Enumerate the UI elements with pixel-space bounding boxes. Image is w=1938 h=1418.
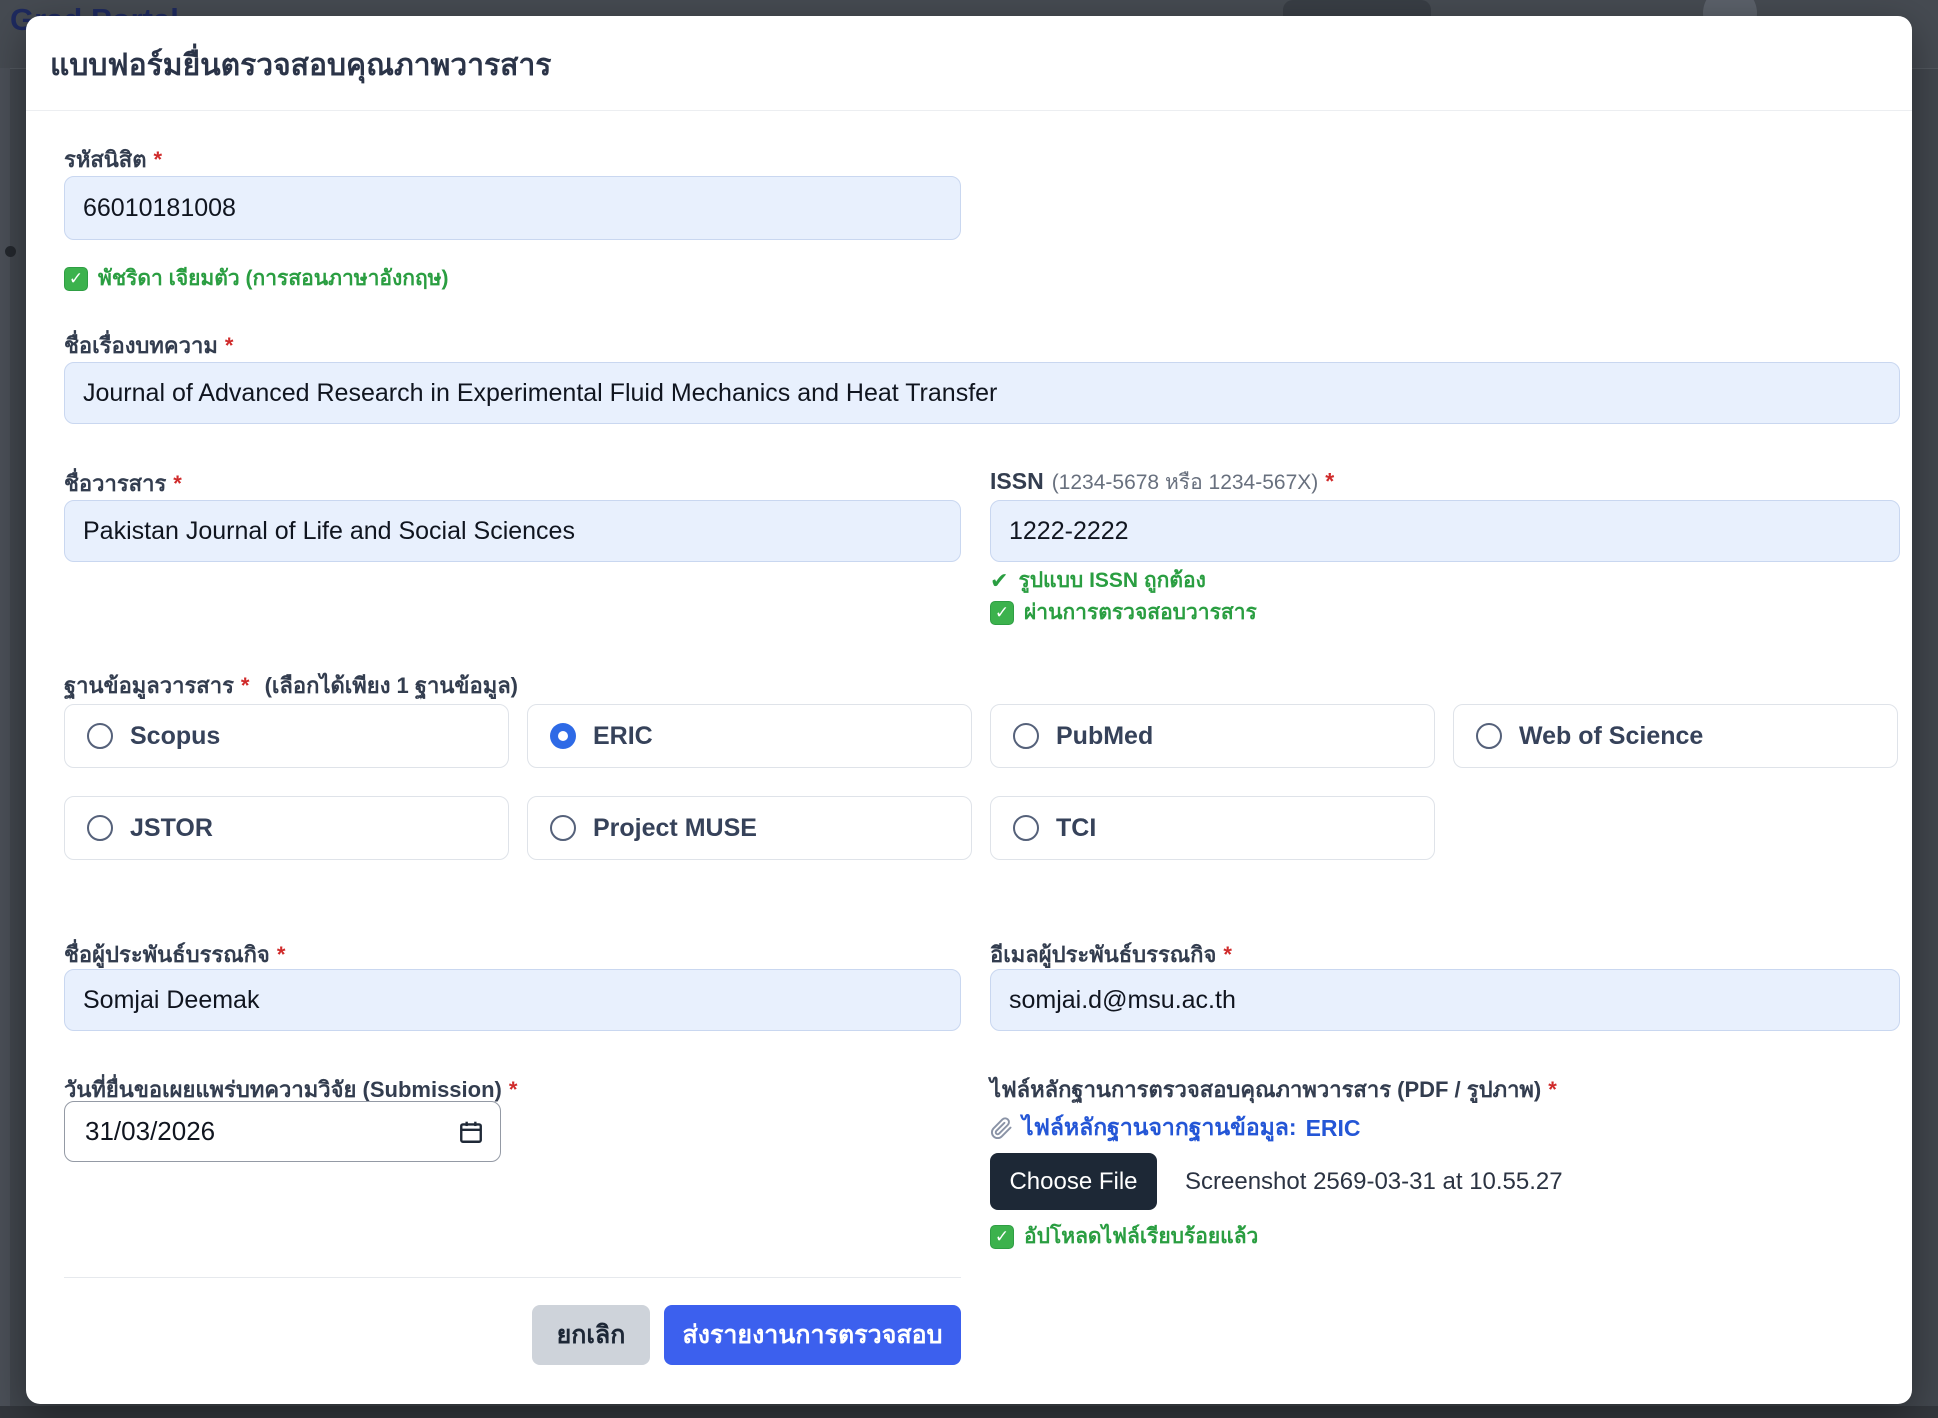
- required-asterisk: *: [1223, 942, 1232, 967]
- title-divider: [26, 110, 1912, 111]
- footer-divider: [64, 1277, 961, 1278]
- radio-icon: [1013, 723, 1039, 749]
- evidence-file-label: ไฟล์หลักฐานการตรวจสอบคุณภาพวารสาร (PDF /…: [990, 1072, 1557, 1107]
- database-note: (เลือกได้เพียง 1 ฐานข้อมูล): [265, 673, 518, 698]
- required-asterisk: *: [1325, 468, 1334, 494]
- required-asterisk: *: [154, 147, 163, 172]
- article-title-input[interactable]: [64, 362, 1900, 424]
- student-id-input[interactable]: [64, 176, 961, 240]
- journal-name-input[interactable]: [64, 500, 961, 562]
- radio-icon: [87, 723, 113, 749]
- student-verified-status: ✓ พัชริดา เจียมตัว (การสอนภาษาอังกฤษ): [64, 262, 449, 295]
- database-option-web-of-science[interactable]: Web of Science: [1453, 704, 1898, 768]
- file-upload-row: Choose File Screenshot 2569-03-31 at 10.…: [990, 1153, 1563, 1210]
- page-root: Grad Portal แบบฟอร์มยื่นตรวจสอบคุณภาพวาร…: [0, 0, 1938, 1418]
- background-bottom-strip: [0, 1406, 1938, 1418]
- background-left-strip: [0, 68, 10, 1406]
- required-asterisk: *: [225, 333, 234, 358]
- required-asterisk: *: [241, 673, 250, 698]
- uploaded-file-name: Screenshot 2569-03-31 at 10.55.27: [1185, 1168, 1563, 1196]
- upload-success-text: อัปโหลดไฟล์เรียบร้อยแล้ว: [1024, 1220, 1258, 1253]
- evidence-file-link[interactable]: ไฟล์หลักฐานจากฐานข้อมูล: ERIC: [990, 1110, 1361, 1146]
- journal-name-label: ชื่อวารสาร*: [64, 466, 182, 501]
- choose-file-button[interactable]: Choose File: [990, 1153, 1157, 1210]
- calendar-icon[interactable]: [458, 1119, 484, 1145]
- student-verified-text: พัชริดา เจียมตัว (การสอนภาษาอังกฤษ): [98, 262, 449, 295]
- green-check-badge-icon: ✓: [990, 1225, 1014, 1249]
- upload-success-status: ✓ อัปโหลดไฟล์เรียบร้อยแล้ว: [990, 1220, 1258, 1253]
- database-option-pubmed[interactable]: PubMed: [990, 704, 1435, 768]
- checkmark-icon: ✔: [990, 568, 1008, 594]
- submission-date-input[interactable]: 31/03/2026: [64, 1101, 501, 1162]
- issn-input[interactable]: [990, 500, 1900, 562]
- paperclip-icon: [990, 1117, 1013, 1140]
- radio-icon: [87, 815, 113, 841]
- journal-verified-text: ผ่านการตรวจสอบวารสาร: [1024, 596, 1257, 629]
- submit-report-button[interactable]: ส่งรายงานการตรวจสอบ: [664, 1305, 961, 1365]
- author-email-label: อีเมลผู้ประพันธ์บรรณกิจ*: [990, 937, 1232, 972]
- evidence-link-database: ERIC: [1306, 1115, 1361, 1142]
- radio-icon: [1476, 723, 1502, 749]
- issn-format-ok-status: ✔ รูปแบบ ISSN ถูกต้อง: [990, 564, 1206, 597]
- required-asterisk: *: [1548, 1077, 1557, 1102]
- issn-format-hint: (1234-5678 หรือ 1234-567X): [1052, 471, 1319, 494]
- modal-title: แบบฟอร์มยื่นตรวจสอบคุณภาพวารสาร: [50, 42, 551, 89]
- database-option-scopus[interactable]: Scopus: [64, 704, 509, 768]
- author-name-label: ชื่อผู้ประพันธ์บรรณกิจ*: [64, 937, 285, 972]
- radio-icon: [1013, 815, 1039, 841]
- green-check-badge-icon: ✓: [990, 601, 1014, 625]
- database-option-tci[interactable]: TCI: [990, 796, 1435, 860]
- cancel-button[interactable]: ยกเลิก: [532, 1305, 650, 1365]
- journal-check-form-modal: แบบฟอร์มยื่นตรวจสอบคุณภาพวารสาร รหัสนิสิ…: [26, 16, 1912, 1404]
- radio-icon: [550, 723, 576, 749]
- database-label: ฐานข้อมูลวารสาร* (เลือกได้เพียง 1 ฐานข้อ…: [64, 668, 518, 703]
- required-asterisk: *: [277, 942, 286, 967]
- student-id-label: รหัสนิสิต*: [64, 142, 162, 177]
- required-asterisk: *: [509, 1077, 518, 1102]
- author-email-input[interactable]: [990, 969, 1900, 1031]
- database-option-project-muse[interactable]: Project MUSE: [527, 796, 972, 860]
- evidence-link-text: ไฟล์หลักฐานจากฐานข้อมูล:: [1022, 1110, 1297, 1146]
- radio-icon: [550, 815, 576, 841]
- database-option-eric[interactable]: ERIC: [527, 704, 972, 768]
- issn-label: ISSN(1234-5678 หรือ 1234-567X)*: [990, 466, 1334, 499]
- green-check-badge-icon: ✓: [64, 267, 88, 291]
- author-name-input[interactable]: [64, 969, 961, 1031]
- submission-date-value: 31/03/2026: [85, 1116, 458, 1147]
- article-title-label: ชื่อเรื่องบทความ*: [64, 328, 233, 363]
- issn-format-ok-text: รูปแบบ ISSN ถูกต้อง: [1018, 564, 1205, 597]
- database-option-jstor[interactable]: JSTOR: [64, 796, 509, 860]
- background-list-bullet: [5, 246, 16, 257]
- required-asterisk: *: [173, 471, 182, 496]
- journal-verified-status: ✓ ผ่านการตรวจสอบวารสาร: [990, 596, 1257, 629]
